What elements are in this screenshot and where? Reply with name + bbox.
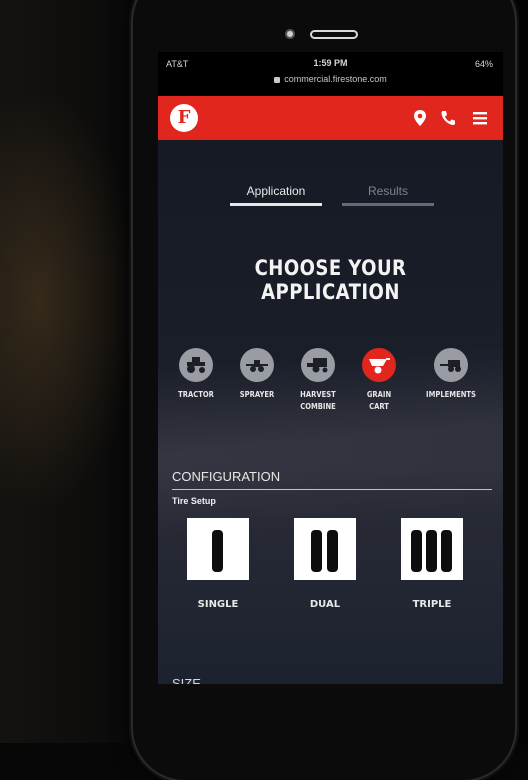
- tire-icon: [212, 530, 223, 572]
- tractor-icon: [179, 348, 213, 382]
- combine-icon: [301, 348, 335, 382]
- tab-application-underline: [230, 203, 322, 206]
- clock: 1:59 PM: [313, 58, 348, 68]
- firestone-logo[interactable]: F: [170, 104, 198, 132]
- application-label: TRACTOR: [178, 390, 214, 399]
- main-content: Application Results CHOOSE YOUR APPLICAT…: [158, 140, 503, 684]
- front-camera: [285, 29, 295, 39]
- application-label: GRAIN CART: [366, 390, 392, 411]
- tire-option-single[interactable]: [187, 518, 249, 580]
- tab-application[interactable]: Application: [230, 184, 322, 198]
- app-header: F: [158, 96, 503, 140]
- section-title-configuration: CONFIGURATION: [172, 469, 281, 484]
- tire-option-label: DUAL: [309, 599, 341, 610]
- application-option-implements[interactable]: IMPLEMENTS: [420, 348, 482, 401]
- earpiece-speaker: [310, 30, 358, 39]
- lock-icon: [274, 76, 281, 83]
- section-divider: [172, 489, 492, 490]
- application-option-sprayer[interactable]: SPRAYER: [226, 348, 288, 401]
- phone-icon[interactable]: [438, 108, 458, 128]
- phone-screen: AT&T 1:59 PM 64% commercial.firestone.co…: [158, 52, 503, 684]
- page-title: CHOOSE YOUR APPLICATION: [254, 256, 407, 304]
- application-option-tractor[interactable]: TRACTOR: [165, 348, 227, 401]
- grain-cart-icon: [362, 348, 396, 382]
- tire-option-triple[interactable]: [401, 518, 463, 580]
- tire-setup-label: Tire Setup: [172, 496, 216, 506]
- tire-option-dual[interactable]: [294, 518, 356, 580]
- status-bar: AT&T 1:59 PM 64% commercial.firestone.co…: [158, 52, 503, 96]
- tab-results[interactable]: Results: [342, 184, 434, 198]
- application-label: HARVEST COMBINE: [300, 390, 336, 411]
- application-option-grain-cart[interactable]: GRAIN CART: [348, 348, 410, 413]
- tire-icon: [311, 530, 322, 572]
- application-label: IMPLEMENTS: [426, 390, 476, 399]
- url-text: commercial.firestone.com: [284, 74, 387, 84]
- tire-icon: [426, 530, 437, 572]
- tire-option-label: SINGLE: [197, 599, 239, 610]
- tire-icon: [327, 530, 338, 572]
- tab-results-underline: [342, 203, 434, 206]
- application-option-harvest-combine[interactable]: HARVEST COMBINE: [287, 348, 349, 413]
- battery-indicator: 64%: [474, 59, 493, 69]
- tire-icon: [411, 530, 422, 572]
- section-title-size: SIZE: [172, 676, 201, 684]
- location-pin-icon[interactable]: [410, 108, 430, 128]
- hamburger-menu-icon[interactable]: [470, 108, 490, 128]
- tire-icon: [441, 530, 452, 572]
- implements-icon: [434, 348, 468, 382]
- application-label: SPRAYER: [239, 390, 275, 399]
- sprayer-icon: [240, 348, 274, 382]
- tire-option-label: TRIPLE: [412, 599, 452, 610]
- address-bar[interactable]: commercial.firestone.com: [158, 74, 503, 84]
